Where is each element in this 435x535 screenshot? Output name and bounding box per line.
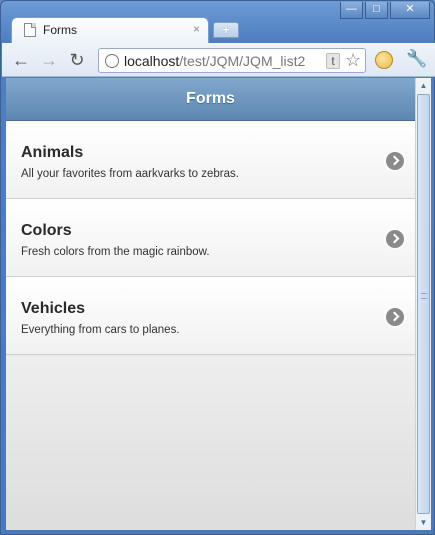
list-item-title: Colors — [21, 222, 72, 239]
new-tab-button[interactable]: + — [213, 22, 239, 38]
vertical-scrollbar[interactable]: ▲ ▼ — [415, 78, 431, 530]
star-icon[interactable]: ☆ — [345, 50, 361, 71]
scroll-up-icon[interactable]: ▲ — [416, 78, 431, 93]
grip-icon — [421, 293, 427, 299]
page-background — [6, 356, 415, 530]
window-controls: — □ ✕ — [338, 2, 430, 19]
tab-close-icon[interactable]: × — [193, 22, 200, 36]
minimize-button[interactable]: — — [340, 2, 363, 19]
list-item-title: Animals — [21, 144, 84, 161]
reload-icon[interactable]: ↻ — [66, 49, 88, 71]
page-header: Forms — [6, 78, 415, 121]
list-item-description: Everything from cars to planes. — [21, 324, 180, 336]
list-item-description: All your favorites from aarkvarks to zeb… — [21, 168, 239, 180]
listview: Animals All your favorites from aarkvark… — [6, 121, 415, 355]
browser-tab[interactable]: Forms × — [11, 17, 209, 43]
chevron-right-icon — [386, 230, 404, 248]
page-action-icon[interactable]: t — [326, 53, 340, 69]
forward-icon[interactable]: → — [38, 49, 60, 71]
url-text[interactable]: localhost/test/JQM/JQM_list2 — [124, 53, 324, 69]
back-icon[interactable]: ← — [10, 49, 32, 71]
list-item-vehicles[interactable]: Vehicles Everything from cars to planes. — [6, 277, 415, 355]
scroll-down-icon[interactable]: ▼ — [416, 515, 431, 530]
scroll-thumb[interactable] — [417, 94, 430, 514]
list-item-colors[interactable]: Colors Fresh colors from the magic rainb… — [6, 199, 415, 277]
url-host: localhost — [124, 53, 180, 69]
browser-toolbar: ← → ↻ localhost/test/JQM/JQM_list2 t ☆ 🔧 — [2, 43, 435, 77]
chevron-right-icon — [386, 308, 404, 326]
close-window-button[interactable]: ✕ — [390, 2, 430, 19]
list-item-description: Fresh colors from the magic rainbow. — [21, 246, 210, 258]
tab-title: Forms — [43, 23, 77, 37]
page-icon — [24, 23, 36, 37]
list-item-animals[interactable]: Animals All your favorites from aarkvark… — [6, 121, 415, 199]
address-bar[interactable]: localhost/test/JQM/JQM_list2 t ☆ — [98, 48, 366, 73]
browser-window: — □ ✕ Forms × + ← → ↻ localhost/test/JQM… — [0, 0, 435, 535]
face-icon[interactable] — [375, 51, 393, 69]
globe-icon — [105, 54, 119, 68]
page-viewport: Forms Animals All your favorites from aa… — [6, 78, 415, 530]
page-title: Forms — [186, 90, 235, 107]
maximize-button[interactable]: □ — [365, 2, 388, 19]
list-item-title: Vehicles — [21, 300, 86, 317]
wrench-icon[interactable]: 🔧 — [406, 49, 427, 69]
url-path: /test/JQM/JQM_list2 — [179, 53, 306, 69]
chevron-right-icon — [386, 152, 404, 170]
